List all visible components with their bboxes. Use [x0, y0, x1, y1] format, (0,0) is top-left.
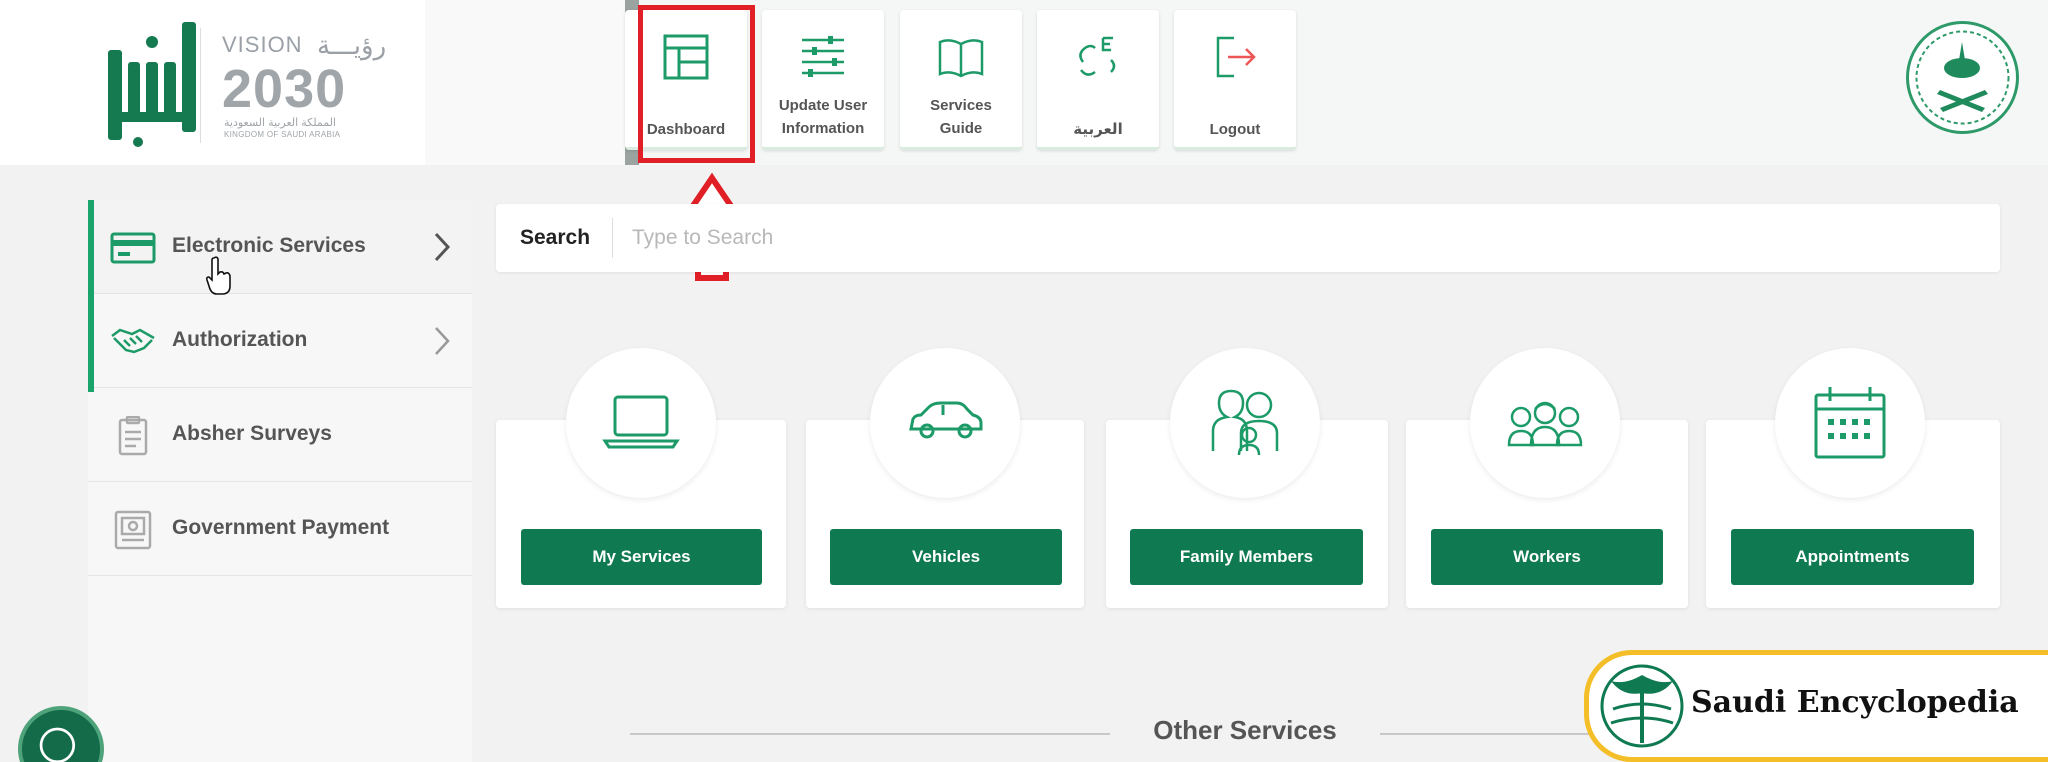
sliders-icon — [802, 36, 844, 77]
nav-update-user-info-button[interactable]: Update User Information — [762, 10, 884, 150]
top-header: VISION رؤيـــة 2030 المملكة العربية السع… — [0, 0, 2048, 165]
chat-icon — [39, 727, 76, 762]
nav-arabic-language-button[interactable]: العربية — [1037, 10, 1159, 150]
family-icon — [1211, 389, 1279, 456]
card-icon — [110, 232, 156, 264]
sidebar-item-government-payment[interactable]: Government Payment — [88, 482, 472, 576]
car-icon — [909, 401, 983, 439]
nav-services-guide-button[interactable]: Services Guide — [900, 10, 1022, 150]
workers-icon-circle — [1470, 348, 1620, 498]
book-icon — [938, 39, 984, 78]
workers-button[interactable]: Workers — [1431, 529, 1663, 585]
vision-title: VISION — [222, 32, 303, 57]
vehicles-button[interactable]: Vehicles — [830, 529, 1062, 585]
nav-update-user-info-label: Update User Information — [778, 97, 868, 137]
my-services-icon-circle — [566, 348, 716, 498]
vision-subtitle-english: KINGDOM OF SAUDI ARABIA — [224, 130, 341, 139]
nav-logout-button[interactable]: Logout — [1174, 10, 1296, 150]
my-services-button[interactable]: My Services — [521, 529, 762, 585]
workers-icon — [1507, 401, 1583, 447]
absher-logo[interactable] — [98, 12, 198, 147]
calendar-icon — [1814, 387, 1886, 459]
payment-icon — [114, 510, 152, 550]
watermark-text: Saudi Encyclopedia — [1691, 685, 2019, 720]
search-input[interactable] — [632, 216, 1972, 260]
saudi-encyclopedia-logo — [1600, 664, 1684, 748]
handshake-icon — [111, 328, 155, 354]
sidebar-item-label: Government Payment — [172, 516, 390, 539]
vision-title-arabic: رؤيـــة — [317, 30, 387, 60]
other-services-title: Other Services — [1153, 715, 1337, 745]
language-icon — [1079, 36, 1116, 76]
chevron-right-icon — [434, 232, 451, 262]
vision-2030-logo: VISION رؤيـــة 2030 المملكة العربية السع… — [222, 30, 402, 150]
government-emblem — [1906, 21, 2019, 134]
sidebar-item-absher-surveys[interactable]: Absher Surveys — [88, 388, 472, 482]
logout-icon — [1216, 36, 1256, 78]
saudi-encyclopedia-watermark: Saudi Encyclopedia — [1584, 650, 2048, 762]
sidebar-item-label: Electronic Services — [172, 234, 366, 257]
appointments-button[interactable]: Appointments — [1731, 529, 1974, 585]
sidebar-item-label: Authorization — [172, 328, 308, 351]
vision-subtitle-arabic: المملكة العربية السعودية — [224, 117, 336, 129]
appointments-icon-circle — [1775, 348, 1925, 498]
family-members-button[interactable]: Family Members — [1130, 529, 1363, 585]
vehicles-icon-circle — [870, 348, 1020, 498]
nav-services-guide-label: Services Guide — [930, 97, 992, 137]
vision-year: 2030 — [222, 59, 347, 119]
chevron-right-icon — [435, 327, 450, 355]
sidebar-item-electronic-services[interactable]: Electronic Services — [88, 200, 472, 294]
search-label: Search — [520, 226, 591, 249]
nav-arabic-language-label: العربية — [1073, 121, 1123, 138]
chat-button[interactable] — [18, 706, 104, 762]
family-members-icon-circle — [1170, 348, 1320, 498]
nav-logout-label: Logout — [1209, 121, 1261, 138]
sidebar-active-indicator — [88, 200, 94, 392]
sidebar-item-label: Absher Surveys — [172, 422, 332, 445]
clipboard-icon — [118, 416, 148, 456]
search-bar: Search — [496, 204, 2000, 272]
laptop-icon — [602, 395, 680, 449]
hand-cursor-icon — [205, 256, 231, 295]
dashboard-highlight-box — [638, 5, 755, 163]
sidebar-item-authorization[interactable]: Authorization — [88, 294, 472, 388]
sidebar: Electronic Services Authorization Absher… — [88, 200, 472, 762]
